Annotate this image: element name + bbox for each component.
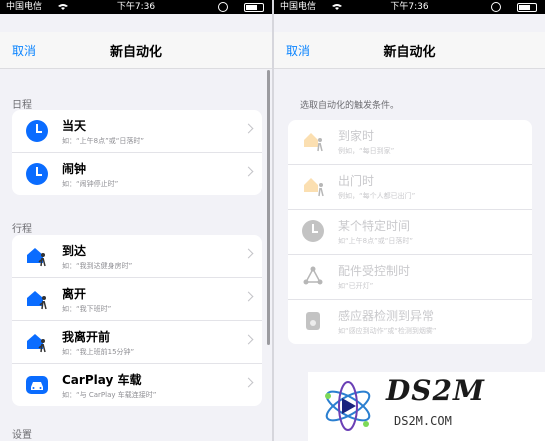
watermark: DS2M DS2M.COM: [308, 372, 545, 441]
chevron-right-icon: [243, 334, 254, 345]
item-title: 出门时: [338, 174, 375, 188]
chevron-right-icon: [243, 248, 254, 259]
watermark-url: DS2M.COM: [394, 414, 452, 428]
list-item-sensor[interactable]: 感应器检测到异常 如“感应到动作”或“检测到烟雾”: [288, 300, 532, 344]
chevron-right-icon: [243, 291, 254, 302]
item-title: 到家时: [338, 129, 375, 143]
nav-bar: 取消 新自动化: [274, 32, 545, 69]
item-example: 如：“我上班前15分钟”: [62, 348, 135, 356]
accessory-icon: [303, 266, 323, 285]
home-leave-icon: [304, 178, 324, 197]
item-example: 如“感应到动作”或“检测到烟雾”: [338, 327, 437, 335]
page-title: 新自动化: [383, 45, 436, 60]
item-example: 如“上午8点”或“日落时”: [338, 237, 413, 245]
leave-icon: [27, 291, 47, 310]
list-item-carplay[interactable]: CarPlay 车载 如：“与 CarPlay 车载连接时”: [12, 364, 262, 406]
item-title: 到达: [62, 244, 87, 258]
section-label-travel: 行程: [12, 224, 32, 235]
instruction-text: 选取自动化的触发条件。: [300, 101, 400, 111]
battery-icon: [517, 3, 537, 12]
watermark-logo-text: DS2M: [386, 374, 485, 407]
trigger-card: 到家时 例如，“每日到家” 出门时 例如，“每个人都已出门” 某个特定时间 如“…: [288, 120, 532, 344]
item-title: 感应器检测到异常: [338, 309, 435, 323]
item-example: 例如，“每日到家”: [338, 147, 395, 155]
orientation-lock-icon: [491, 2, 501, 12]
before-leave-icon: [27, 334, 46, 353]
list-item-arrive-home[interactable]: 到家时 例如，“每日到家”: [288, 120, 532, 165]
item-example: 如“已开灯”: [338, 282, 374, 290]
list-item-arrive[interactable]: 到达 如：“我到达健身房时”: [12, 235, 262, 278]
item-title: 当天: [62, 119, 87, 133]
battery-icon: [244, 3, 264, 12]
sheet-top: [0, 14, 272, 32]
item-title: 离开: [62, 287, 87, 301]
clock-time: 下午7:36: [116, 2, 156, 12]
list-item-today[interactable]: 当天 如：“上午8点”或“日落时”: [12, 110, 262, 153]
item-example: 例如，“每个人都已出门”: [338, 192, 416, 200]
item-title: CarPlay 车载: [62, 373, 142, 387]
list-item-leave-home[interactable]: 出门时 例如，“每个人都已出门”: [288, 165, 532, 210]
item-example: 如：“我下班时”: [62, 305, 112, 313]
atom-logo-icon: [325, 381, 371, 431]
sheet-top: [274, 14, 545, 32]
item-example: 如：“与 CarPlay 车载连接时”: [62, 391, 157, 399]
item-title: 闹钟: [62, 162, 87, 176]
scrollbar[interactable]: [267, 70, 270, 345]
car-icon: [26, 376, 48, 394]
item-title: 某个特定时间: [338, 219, 411, 233]
item-title: 我离开前: [62, 330, 111, 344]
clock-icon: [302, 220, 324, 242]
chevron-right-icon: [243, 377, 254, 388]
status-bar: 中国电信 下午7:36: [0, 0, 272, 14]
clock-icon: [26, 120, 48, 142]
arrive-icon: [27, 248, 46, 267]
orientation-lock-icon: [218, 2, 228, 12]
list-item-leave[interactable]: 离开 如：“我下班时”: [12, 278, 262, 321]
chevron-right-icon: [243, 123, 254, 134]
clock-icon: [26, 163, 48, 185]
chevron-right-icon: [243, 166, 254, 177]
clock-time: 下午7:36: [390, 2, 429, 12]
page-title: 新自动化: [109, 45, 162, 60]
section-label-settings: 设置: [12, 430, 32, 441]
sensor-icon: [306, 312, 320, 330]
travel-card: 到达 如：“我到达健身房时” 离开 如：“我下班时” 我离开前 如：“我上班前1…: [12, 235, 262, 406]
list-item-before-leave[interactable]: 我离开前 如：“我上班前15分钟”: [12, 321, 262, 364]
left-screen: 中国电信 下午7:36 取消 新自动化 日程 当天 如：“上午8点”或“日落时”…: [0, 0, 272, 441]
list-item-alarm[interactable]: 闹钟 如：“闹钟停止时”: [12, 153, 262, 195]
item-example: 如：“上午8点”或“日落时”: [62, 137, 144, 145]
list-item-specific-time[interactable]: 某个特定时间 如“上午8点”或“日落时”: [288, 210, 532, 255]
section-label-schedule: 日程: [12, 100, 32, 111]
schedule-card: 当天 如：“上午8点”或“日落时” 闹钟 如：“闹钟停止时”: [12, 110, 262, 195]
item-example: 如：“闹钟停止时”: [62, 180, 119, 188]
item-example: 如：“我到达健身房时”: [62, 262, 133, 270]
home-arrive-icon: [304, 133, 323, 152]
status-bar: 中国电信 下午7:36: [274, 0, 545, 14]
list-item-accessory[interactable]: 配件受控制时 如“已开灯”: [288, 255, 532, 300]
nav-bar: 取消 新自动化: [0, 32, 272, 69]
item-title: 配件受控制时: [338, 264, 411, 278]
